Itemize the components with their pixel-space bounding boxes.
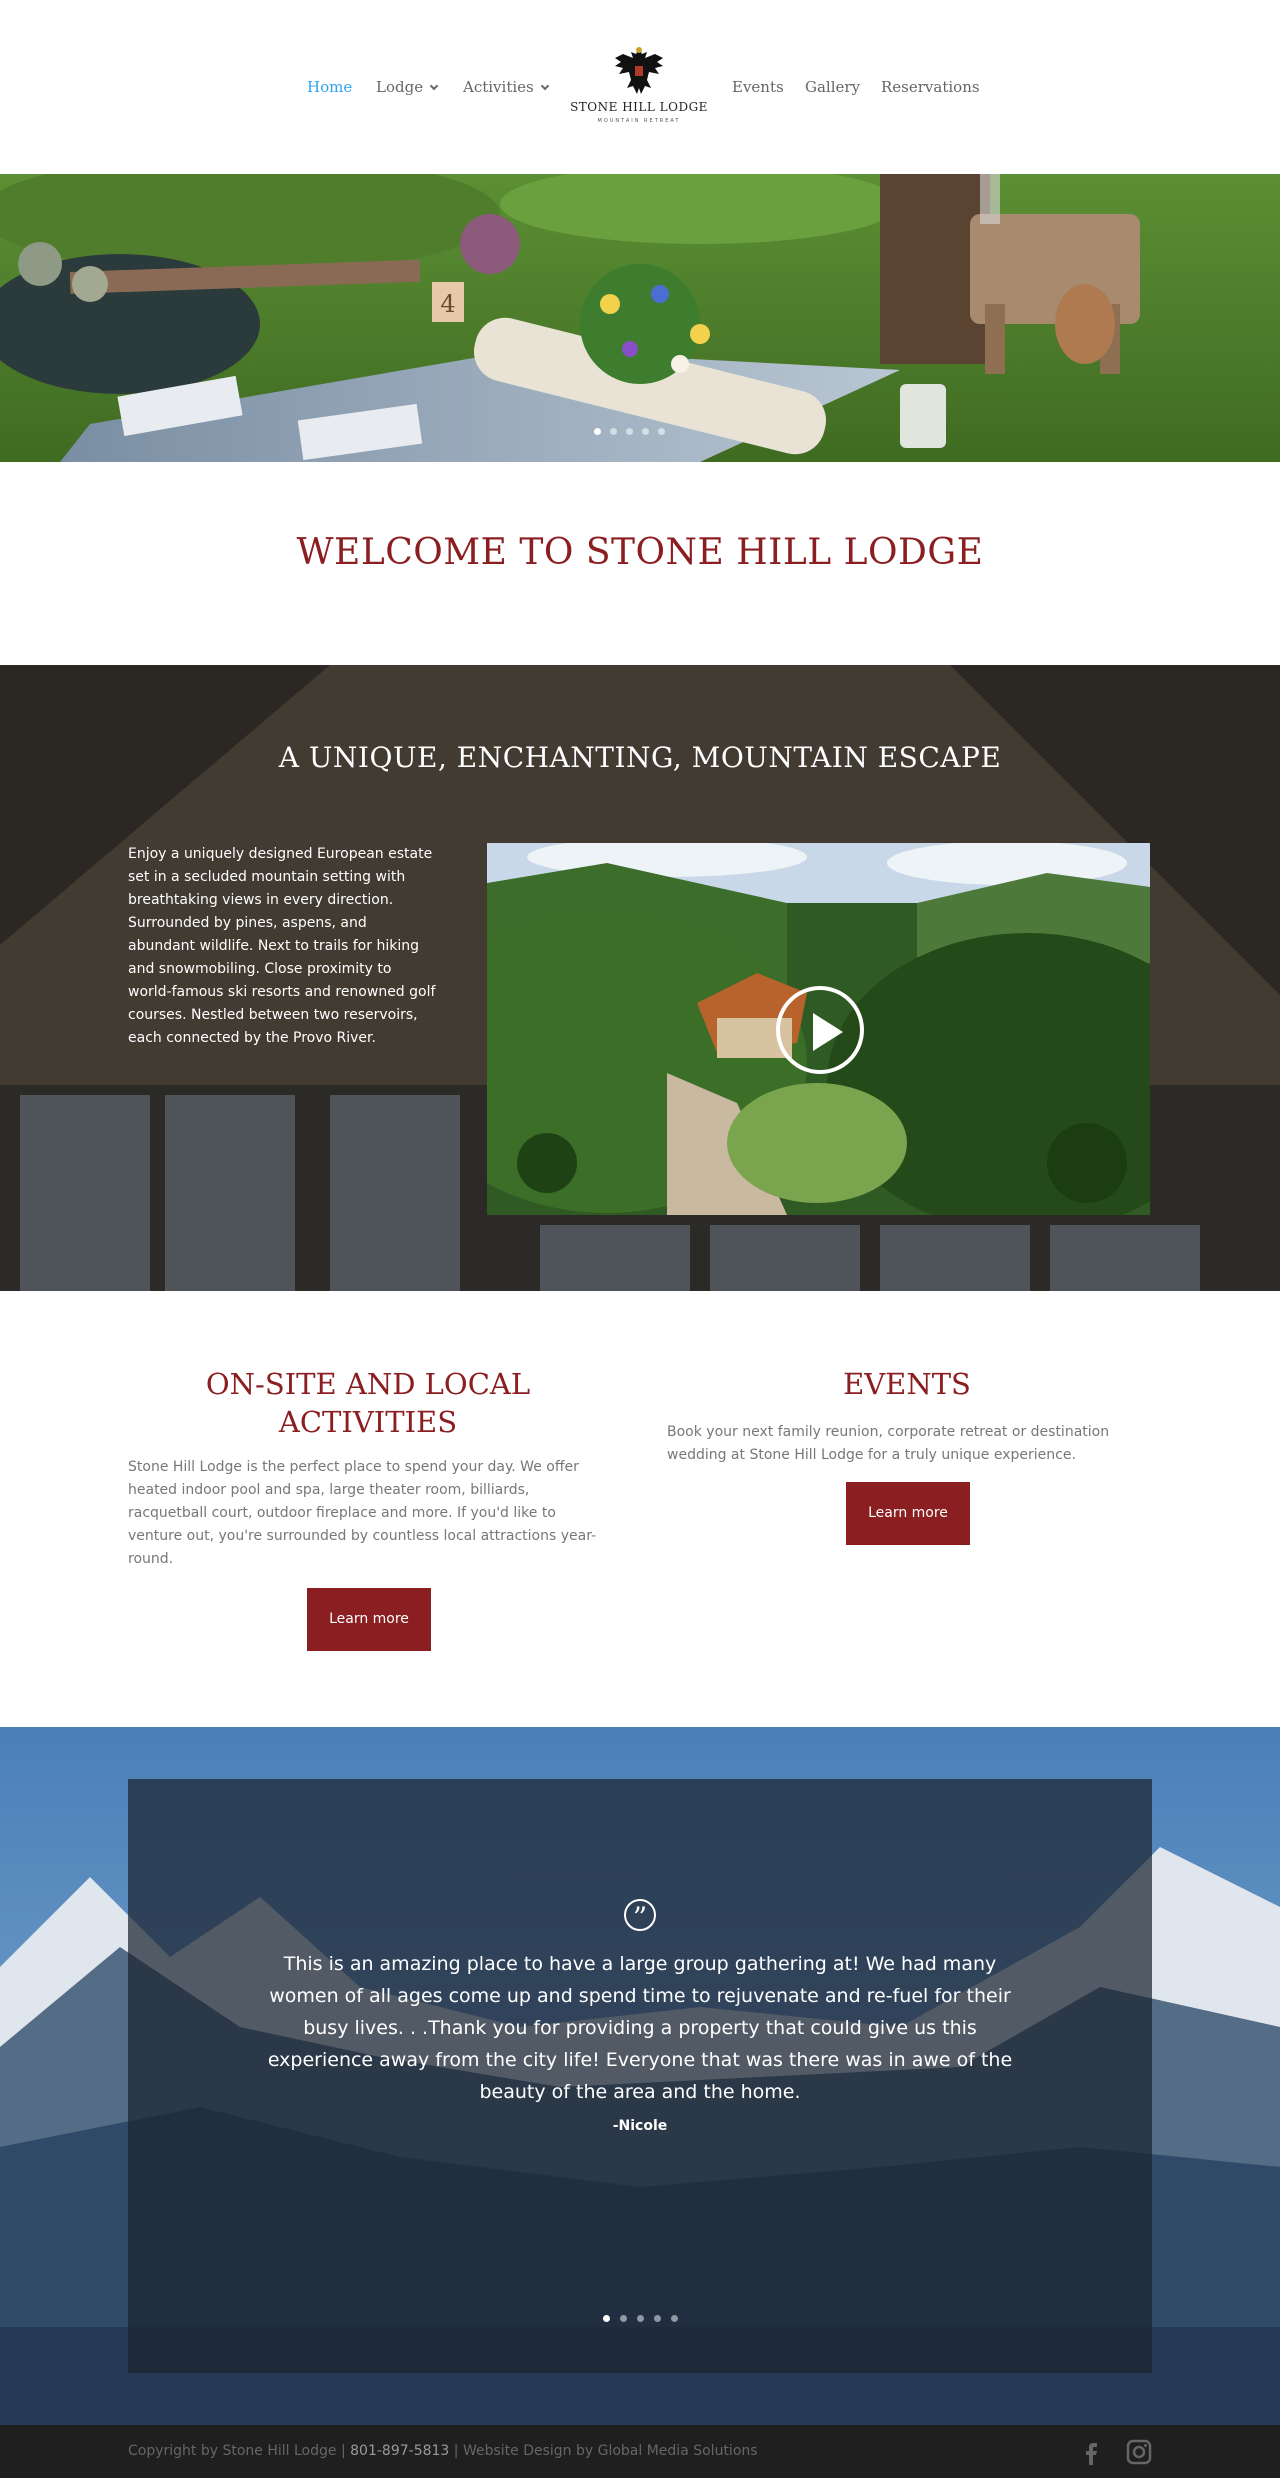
nav-lodge-label: Lodge [376,78,424,96]
footer-copyright: Copyright by Stone Hill Lodge | [128,2443,346,2459]
testimonial-dot-4[interactable] [654,2315,661,2322]
hero-slide-dot-3[interactable] [626,428,633,435]
nav-home-label: Home [307,78,353,96]
nav-reservations[interactable]: Reservations [881,78,980,96]
nav-lodge[interactable]: Lodge [376,78,439,96]
hero-slide-dot-4[interactable] [642,428,649,435]
chevron-down-icon [429,81,439,91]
testimonial-dot-3[interactable] [637,2315,644,2322]
welcome-title: WELCOME TO STONE HILL LODGE [296,532,984,573]
site-footer: Copyright by Stone Hill Lodge | 801-897-… [0,2425,1280,2478]
quote-icon: ” [624,1899,656,1934]
footer-phone-link[interactable]: 801-897-5813 [350,2443,449,2459]
hero-slide-dot-2[interactable] [610,428,617,435]
escape-title: A UNIQUE, ENCHANTING, MOUNTAIN ESCAPE [278,741,1002,774]
hero-image: 4 [0,174,1280,462]
nav-events[interactable]: Events [732,78,784,96]
testimonial-dot-2[interactable] [620,2315,627,2322]
nav-gallery[interactable]: Gallery [805,78,860,96]
events-description: Book your next family reunion, corporate… [667,1424,1110,1463]
nav-reservations-label: Reservations [881,78,980,96]
testimonial-quote: This is an amazing place to have a large… [267,1953,1013,2103]
logo-name: STONE HILL LODGE [570,100,708,114]
testimonial-section: ” This is an amazing place to have a lar… [0,1727,1280,2425]
features-section: ON-SITE AND LOCAL ACTIVITIES Stone Hill … [0,1291,1280,1727]
footer-credit: | Website Design by Global Media Solutio… [453,2443,758,2459]
escape-description: Enjoy a uniquely designed European estat… [128,846,436,1046]
hero-slider: 4 [0,174,1280,462]
testimonial-author: -Nicole [612,2118,668,2134]
chevron-down-icon [540,81,549,91]
hero-slide-dot-5[interactable] [658,428,665,435]
nav-activities-label: Activities [463,78,534,96]
events-title: EVENTS [843,1367,971,1401]
play-icon[interactable] [776,986,864,1074]
activities-learn-more-button[interactable]: Learn more [307,1588,431,1651]
nav-home[interactable]: Home [307,78,352,96]
hero-slide-dot-1[interactable] [594,428,601,435]
welcome-section: WELCOME TO STONE HILL LODGE [0,462,1280,665]
testimonial-dot-1[interactable] [603,2315,610,2322]
nav-gallery-label: Gallery [805,78,861,96]
testimonial-card: ” This is an amazing place to have a lar… [128,1779,1152,2373]
escape-section: A UNIQUE, ENCHANTING, MOUNTAIN ESCAPE En… [0,665,1280,1291]
facebook-icon[interactable] [1078,2439,1104,2465]
events-learn-more-button[interactable]: Learn more [846,1482,970,1545]
logo-tagline: MOUNTAIN RETREAT [597,118,681,124]
instagram-icon[interactable] [1126,2439,1152,2465]
nav-events-label: Events [732,78,784,96]
activities-description: Stone Hill Lodge is the perfect place to… [128,1459,597,1567]
footer-text: Copyright by Stone Hill Lodge | 801-897-… [128,2443,758,2459]
site-logo[interactable]: STONE HILL LODGE MOUNTAIN RETREAT [568,42,710,138]
activities-title: ON-SITE AND LOCAL ACTIVITIES [205,1367,531,1439]
testimonial-dot-5[interactable] [671,2315,678,2322]
table-number: 4 [440,290,455,318]
site-header: Home Lodge Activities STONE HILL LODGE M… [0,0,1280,174]
nav-activities[interactable]: Activities [463,78,549,96]
video-player[interactable] [487,843,1150,1215]
eagle-crest-icon [615,47,663,94]
